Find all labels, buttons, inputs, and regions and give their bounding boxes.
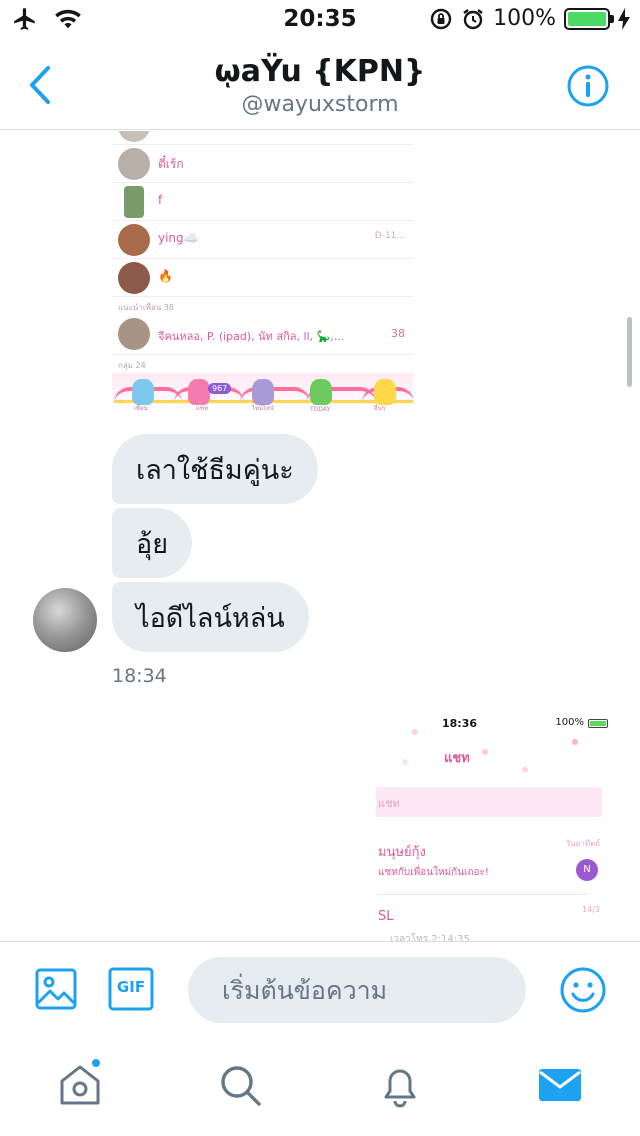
avatar[interactable] — [33, 588, 97, 652]
list-item — [112, 131, 413, 145]
tab-messages[interactable] — [536, 1061, 584, 1109]
banner-tab: แชท — [196, 405, 208, 412]
charging-icon — [618, 7, 630, 30]
inner-new-badge: N — [576, 859, 598, 881]
banner-tab: TODAY — [310, 406, 331, 413]
contact-meta: D-11... — [374, 231, 405, 241]
inner-chat-preview: เวลาโทร 2:14:35 — [390, 934, 470, 941]
gif-button[interactable]: GIF — [108, 967, 154, 1011]
inner-battery-percent: 100% — [555, 717, 584, 728]
inner-chat-preview: แชทกับเพื่อนใหม่กันเถอะ! — [378, 867, 489, 878]
inner-chat-date: 14/3 — [582, 905, 600, 914]
conversation-title[interactable]: ῳaŸu {KPN} — [0, 54, 640, 89]
conversation-handle[interactable]: @wayuxstorm — [0, 92, 640, 117]
media-button[interactable] — [34, 967, 78, 1015]
inner-status-time: 18:36 — [442, 717, 478, 730]
list-item: 🔥 — [112, 259, 413, 297]
message-bubble[interactable]: อุ้ย — [112, 508, 193, 578]
contact-name: ying☁️ — [158, 231, 199, 245]
emoji-button[interactable] — [559, 966, 607, 1018]
inner-chat-title: แชท — [444, 751, 470, 766]
tab-search[interactable] — [216, 1061, 264, 1109]
theme-banner: 967 เพื่อน แชท ไทม์ไลน์ TODAY อื่นๆ — [112, 373, 413, 413]
envelope-icon — [539, 1069, 581, 1101]
avatar — [118, 318, 150, 350]
message-timestamp: 18:34 — [112, 665, 167, 687]
group-row: จีคนหลอ, P. (ipad), นัท สกิล, ll, 🦕,... … — [112, 315, 413, 355]
contact-name: ตี๋เร้ก — [158, 157, 184, 171]
image-icon — [35, 968, 77, 1010]
inner-search-bar — [376, 787, 602, 817]
inner-chat-name: มนุษย์กุ้ง — [378, 845, 426, 860]
tab-notifications[interactable] — [376, 1061, 424, 1109]
battery-icon — [564, 7, 614, 30]
section-header-groups: กลุ่ม 24 — [118, 361, 146, 370]
message-input[interactable] — [188, 957, 526, 1023]
banner-badge: 967 — [208, 383, 232, 394]
message-bubble[interactable]: ไอดีไลน์หล่น — [112, 582, 309, 652]
status-bar: 20:35 100% — [0, 0, 640, 40]
inner-battery-icon — [588, 719, 608, 728]
gif-label: GIF — [116, 978, 146, 996]
avatar — [118, 224, 150, 256]
notification-dot — [90, 1057, 102, 1069]
inner-chat-name: SL — [378, 909, 394, 924]
message-bubble[interactable]: เลาใช้ธีมคู่นะ — [112, 434, 318, 504]
list-item: ตี๋เร้ก — [112, 145, 413, 183]
contact-name: f — [158, 193, 163, 207]
section-header-friends: แนะนำเพื่อน 38 — [118, 303, 174, 312]
group-count: 38 — [391, 327, 405, 340]
banner-tab: เพื่อน — [134, 405, 148, 412]
conversation-header: ῳaŸu {KPN} @wayuxstorm — [0, 40, 640, 130]
group-name: จีคนหลอ, P. (ipad), นัท สกิล, ll, 🦕,... — [158, 330, 345, 343]
bell-icon — [384, 1069, 416, 1108]
avatar — [118, 148, 150, 180]
list-item: ying☁️ D-11... — [112, 221, 413, 259]
list-item: f — [112, 183, 413, 221]
smiley-icon — [560, 967, 606, 1013]
battery-percent: 100% — [493, 6, 556, 31]
contact-name: 🔥 — [158, 269, 173, 283]
status-right: 100% — [429, 6, 630, 31]
tab-bar — [0, 1037, 640, 1136]
shared-image-friends-list[interactable]: ตี๋เร้ก f ying☁️ D-11... 🔥 แนะนำเพื่อน 3… — [112, 131, 413, 413]
orientation-lock-icon — [430, 8, 452, 29]
message-composer: GIF — [0, 941, 640, 1037]
message-thread[interactable]: ตี๋เร้ก f ying☁️ D-11... 🔥 แนะนำเพื่อน 3… — [0, 131, 640, 941]
search-icon — [221, 1066, 261, 1106]
info-icon — [567, 65, 609, 107]
shared-image-chat-list[interactable]: 18:36 100% แชท แชท มนุษย์กุ้ง แชทกับเพื่… — [372, 709, 612, 941]
inner-chat-date: วันอาทิตย์ — [565, 839, 600, 848]
inner-search-placeholder: แชท — [378, 797, 400, 810]
avatar — [118, 262, 150, 294]
scrollbar[interactable] — [627, 317, 632, 387]
avatar — [124, 186, 144, 218]
info-button[interactable] — [566, 64, 610, 108]
alarm-icon — [463, 8, 483, 29]
banner-tab: อื่นๆ — [374, 405, 385, 412]
banner-tab: ไทม์ไลน์ — [252, 405, 274, 412]
